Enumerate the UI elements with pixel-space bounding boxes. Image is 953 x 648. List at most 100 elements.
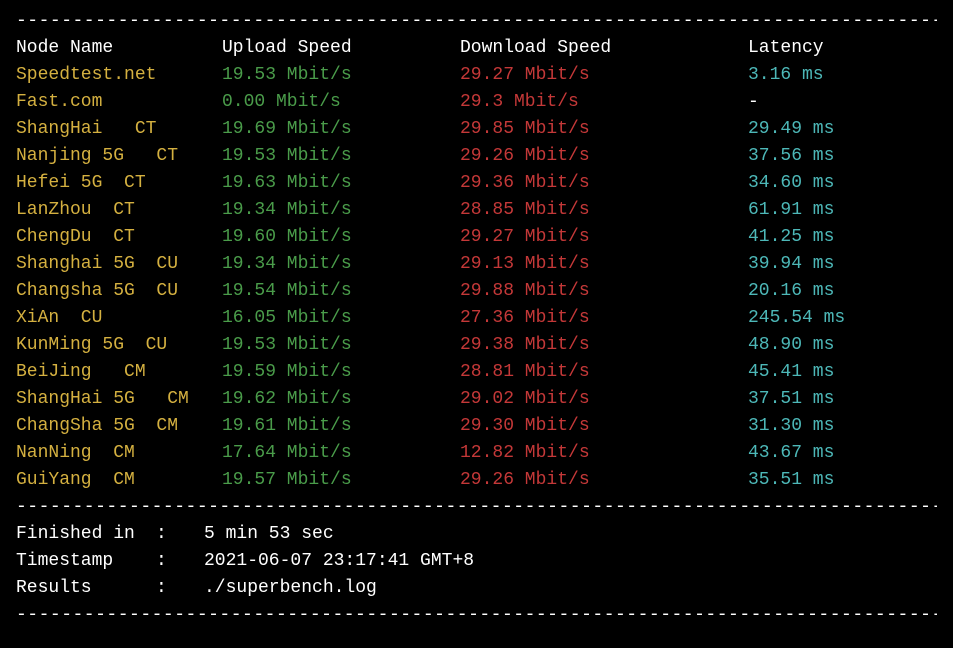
- node-name: ShangHai CT: [16, 116, 222, 143]
- finished-label: Finished in: [16, 521, 156, 548]
- upload-speed: 19.63 Mbit/s: [222, 170, 460, 197]
- results-label: Results: [16, 575, 156, 602]
- node-name: ChangSha 5G CM: [16, 413, 222, 440]
- finished-value: 5 min 53 sec: [204, 521, 334, 548]
- latency: 37.56 ms: [748, 143, 937, 170]
- node-name: GuiYang CM: [16, 467, 222, 494]
- latency: -: [748, 89, 937, 116]
- divider-top: ----------------------------------------…: [16, 8, 937, 35]
- timestamp-value: 2021-06-07 23:17:41 GMT+8: [204, 548, 474, 575]
- table-row: Hefei 5G CT19.63 Mbit/s29.36 Mbit/s34.60…: [16, 170, 937, 197]
- latency: 61.91 ms: [748, 197, 937, 224]
- upload-speed: 16.05 Mbit/s: [222, 305, 460, 332]
- download-speed: 29.26 Mbit/s: [460, 467, 748, 494]
- latency: 29.49 ms: [748, 116, 937, 143]
- node-name: LanZhou CT: [16, 197, 222, 224]
- latency: 34.60 ms: [748, 170, 937, 197]
- node-name: NanNing CM: [16, 440, 222, 467]
- footer-sep: :: [156, 548, 204, 575]
- latency: 45.41 ms: [748, 359, 937, 386]
- table-row: Fast.com0.00 Mbit/s29.3 Mbit/s-: [16, 89, 937, 116]
- header-node: Node Name: [16, 35, 222, 62]
- node-name: KunMing 5G CU: [16, 332, 222, 359]
- download-speed: 29.27 Mbit/s: [460, 62, 748, 89]
- latency: 39.94 ms: [748, 251, 937, 278]
- node-name: Speedtest.net: [16, 62, 222, 89]
- table-row: Changsha 5G CU19.54 Mbit/s29.88 Mbit/s20…: [16, 278, 937, 305]
- upload-speed: 19.53 Mbit/s: [222, 332, 460, 359]
- table-row: ChangSha 5G CM19.61 Mbit/s29.30 Mbit/s31…: [16, 413, 937, 440]
- node-name: Changsha 5G CU: [16, 278, 222, 305]
- node-name: ShangHai 5G CM: [16, 386, 222, 413]
- footer-sep: :: [156, 575, 204, 602]
- table-row: Nanjing 5G CT19.53 Mbit/s29.26 Mbit/s37.…: [16, 143, 937, 170]
- upload-speed: 0.00 Mbit/s: [222, 89, 460, 116]
- latency: 3.16 ms: [748, 62, 937, 89]
- table-row: XiAn CU16.05 Mbit/s27.36 Mbit/s245.54 ms: [16, 305, 937, 332]
- node-name: BeiJing CM: [16, 359, 222, 386]
- download-speed: 29.02 Mbit/s: [460, 386, 748, 413]
- latency: 35.51 ms: [748, 467, 937, 494]
- upload-speed: 19.62 Mbit/s: [222, 386, 460, 413]
- download-speed: 29.27 Mbit/s: [460, 224, 748, 251]
- divider-bottom: ----------------------------------------…: [16, 602, 937, 629]
- upload-speed: 19.53 Mbit/s: [222, 143, 460, 170]
- latency: 48.90 ms: [748, 332, 937, 359]
- latency: 245.54 ms: [748, 305, 937, 332]
- download-speed: 28.85 Mbit/s: [460, 197, 748, 224]
- download-speed: 29.38 Mbit/s: [460, 332, 748, 359]
- node-name: Shanghai 5G CU: [16, 251, 222, 278]
- table-row: ShangHai 5G CM19.62 Mbit/s29.02 Mbit/s37…: [16, 386, 937, 413]
- header-download: Download Speed: [460, 35, 748, 62]
- download-speed: 27.36 Mbit/s: [460, 305, 748, 332]
- download-speed: 29.26 Mbit/s: [460, 143, 748, 170]
- header-upload: Upload Speed: [222, 35, 460, 62]
- table-row: Speedtest.net19.53 Mbit/s29.27 Mbit/s3.1…: [16, 62, 937, 89]
- upload-speed: 19.34 Mbit/s: [222, 251, 460, 278]
- header-latency: Latency: [748, 35, 937, 62]
- footer-results: Results : ./superbench.log: [16, 575, 937, 602]
- download-speed: 29.85 Mbit/s: [460, 116, 748, 143]
- table-row: NanNing CM17.64 Mbit/s12.82 Mbit/s43.67 …: [16, 440, 937, 467]
- footer-sep: :: [156, 521, 204, 548]
- footer-timestamp: Timestamp : 2021-06-07 23:17:41 GMT+8: [16, 548, 937, 575]
- node-name: Nanjing 5G CT: [16, 143, 222, 170]
- latency: 43.67 ms: [748, 440, 937, 467]
- download-speed: 28.81 Mbit/s: [460, 359, 748, 386]
- table-row: BeiJing CM19.59 Mbit/s28.81 Mbit/s45.41 …: [16, 359, 937, 386]
- table-row: ChengDu CT19.60 Mbit/s29.27 Mbit/s41.25 …: [16, 224, 937, 251]
- latency: 31.30 ms: [748, 413, 937, 440]
- upload-speed: 19.69 Mbit/s: [222, 116, 460, 143]
- download-speed: 29.88 Mbit/s: [460, 278, 748, 305]
- download-speed: 12.82 Mbit/s: [460, 440, 748, 467]
- latency: 37.51 ms: [748, 386, 937, 413]
- download-speed: 29.13 Mbit/s: [460, 251, 748, 278]
- results-value: ./superbench.log: [204, 575, 377, 602]
- upload-speed: 17.64 Mbit/s: [222, 440, 460, 467]
- table-row: GuiYang CM19.57 Mbit/s29.26 Mbit/s35.51 …: [16, 467, 937, 494]
- table-row: LanZhou CT19.34 Mbit/s28.85 Mbit/s61.91 …: [16, 197, 937, 224]
- latency: 41.25 ms: [748, 224, 937, 251]
- upload-speed: 19.34 Mbit/s: [222, 197, 460, 224]
- table-row: Shanghai 5G CU19.34 Mbit/s29.13 Mbit/s39…: [16, 251, 937, 278]
- upload-speed: 19.54 Mbit/s: [222, 278, 460, 305]
- footer-finished: Finished in : 5 min 53 sec: [16, 521, 937, 548]
- latency: 20.16 ms: [748, 278, 937, 305]
- node-name: XiAn CU: [16, 305, 222, 332]
- header-row: Node Name Upload Speed Download Speed La…: [16, 35, 937, 62]
- upload-speed: 19.59 Mbit/s: [222, 359, 460, 386]
- node-name: Hefei 5G CT: [16, 170, 222, 197]
- upload-speed: 19.60 Mbit/s: [222, 224, 460, 251]
- timestamp-label: Timestamp: [16, 548, 156, 575]
- table-row: KunMing 5G CU19.53 Mbit/s29.38 Mbit/s48.…: [16, 332, 937, 359]
- upload-speed: 19.61 Mbit/s: [222, 413, 460, 440]
- download-speed: 29.3 Mbit/s: [460, 89, 748, 116]
- upload-speed: 19.57 Mbit/s: [222, 467, 460, 494]
- download-speed: 29.36 Mbit/s: [460, 170, 748, 197]
- divider-mid: ----------------------------------------…: [16, 494, 937, 521]
- node-name: Fast.com: [16, 89, 222, 116]
- node-name: ChengDu CT: [16, 224, 222, 251]
- download-speed: 29.30 Mbit/s: [460, 413, 748, 440]
- table-row: ShangHai CT19.69 Mbit/s29.85 Mbit/s29.49…: [16, 116, 937, 143]
- upload-speed: 19.53 Mbit/s: [222, 62, 460, 89]
